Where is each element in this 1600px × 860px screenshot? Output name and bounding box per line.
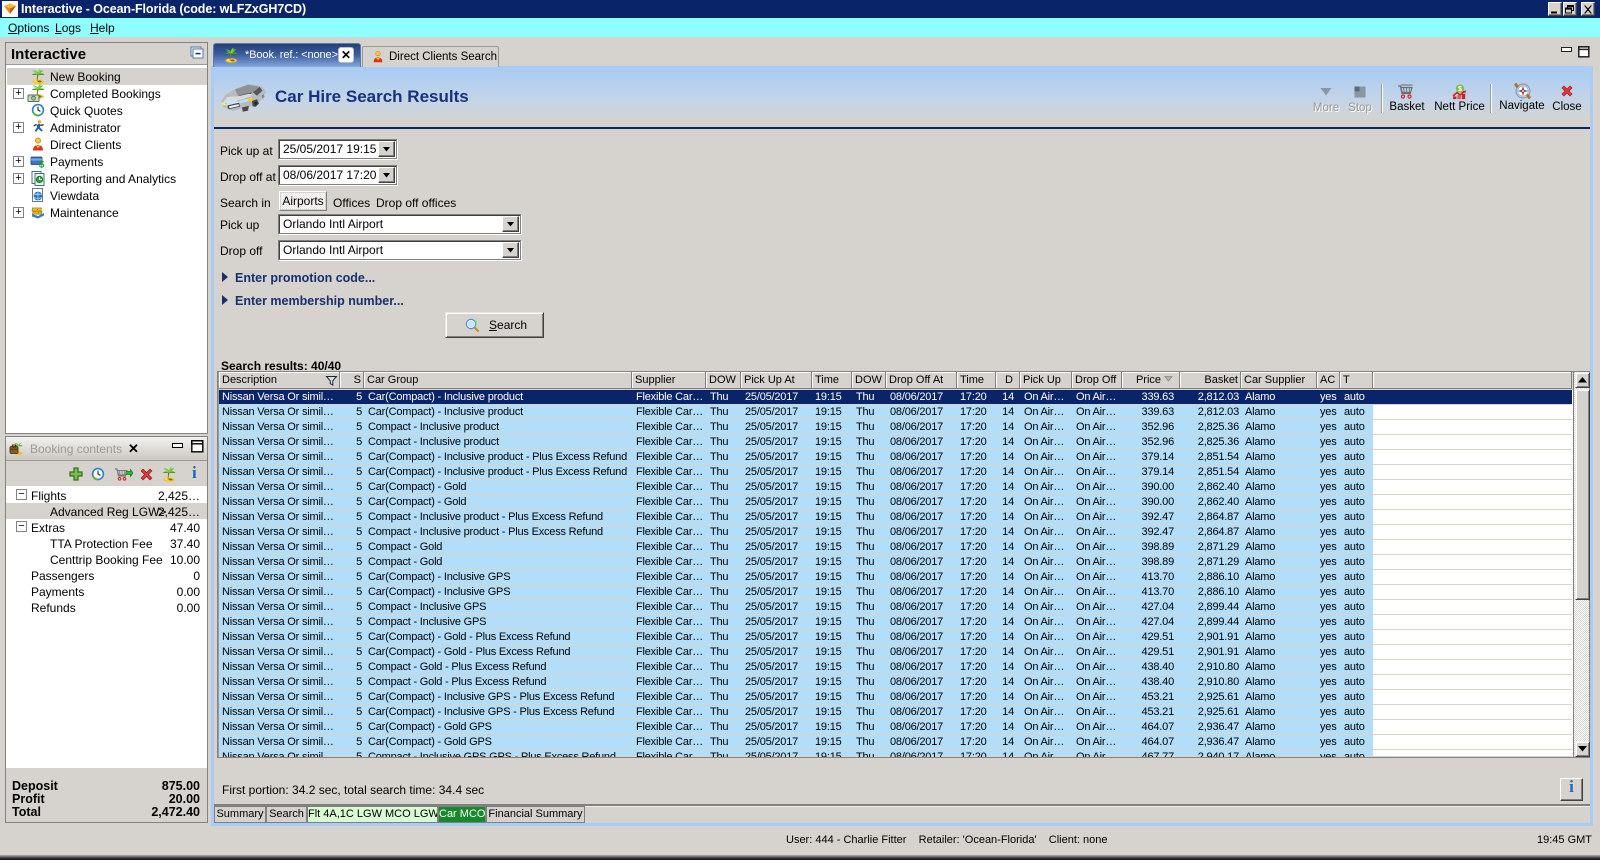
svg-text:$: $: [39, 160, 45, 170]
